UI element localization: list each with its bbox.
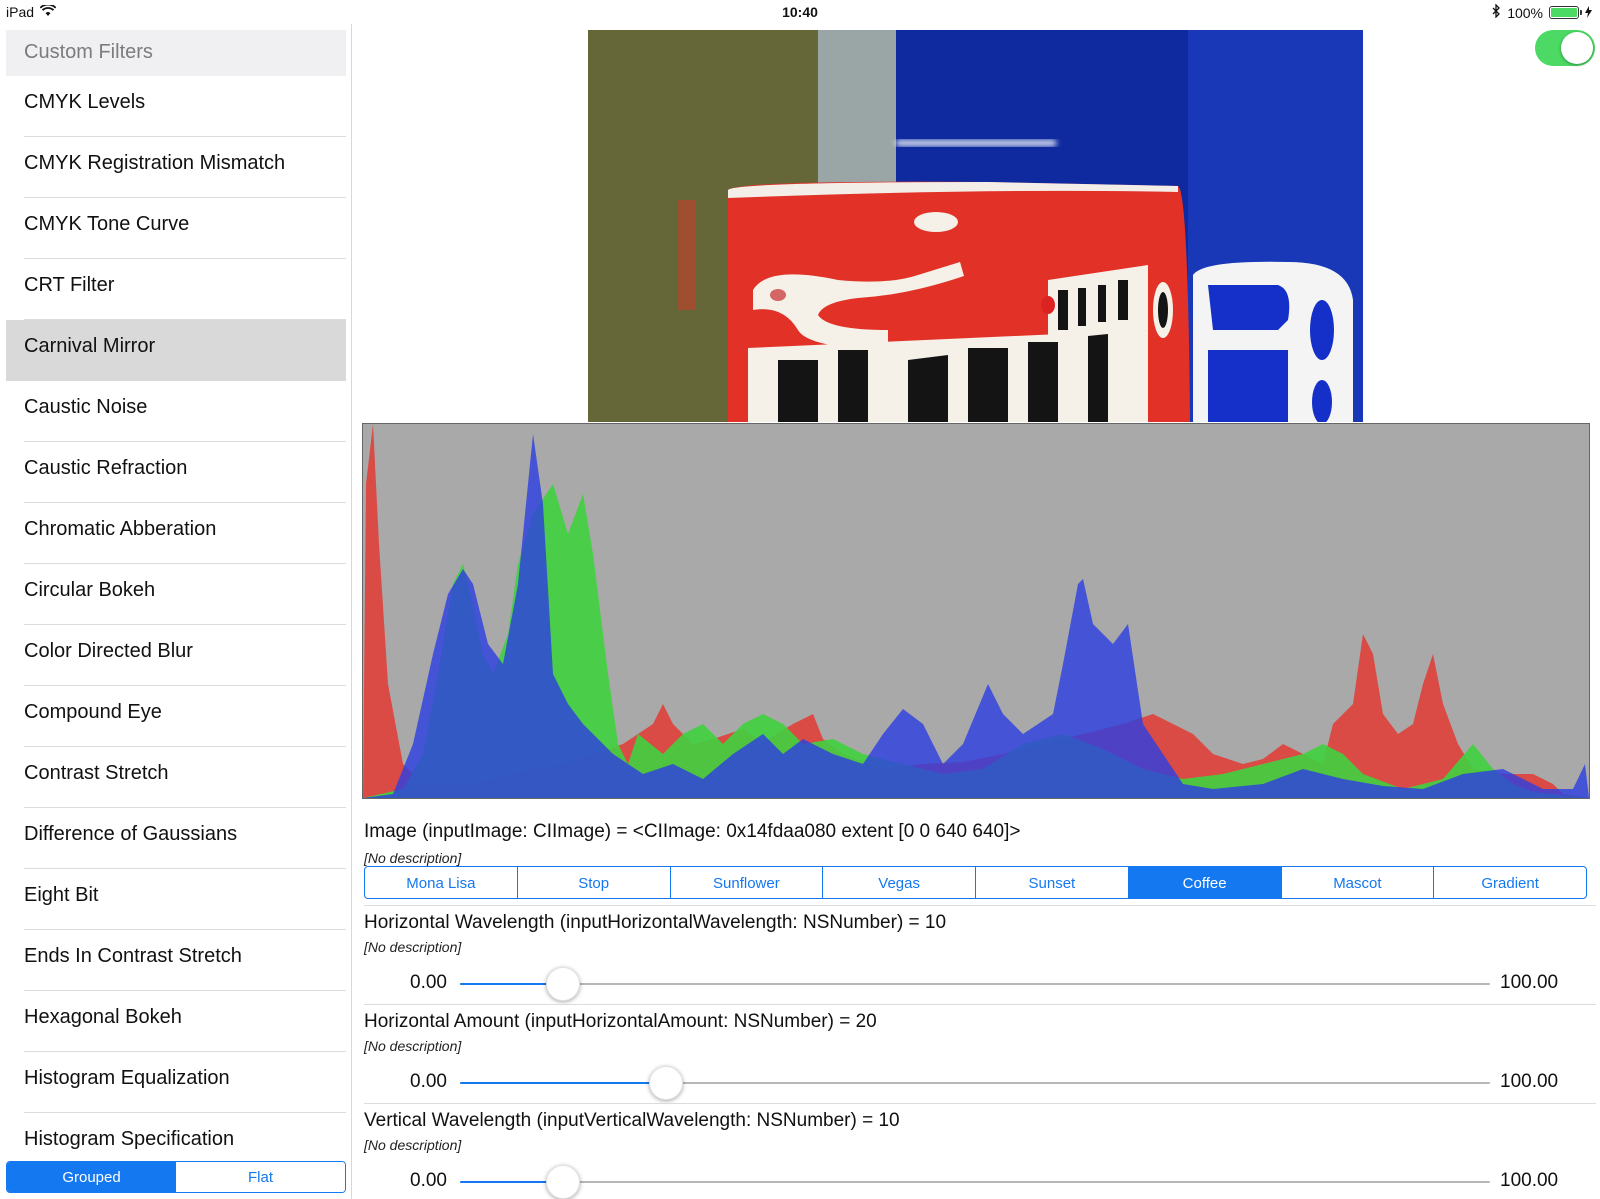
slider-track[interactable] (460, 1165, 1490, 1199)
image-option-segment[interactable]: Coffee (1128, 867, 1282, 898)
slider-track[interactable] (460, 967, 1490, 1001)
slider-max-label: 100.00 (1500, 972, 1559, 993)
param-title: Horizontal Wavelength (inputHorizontalWa… (364, 912, 947, 933)
slider-fill (460, 1082, 666, 1084)
param-description: [No description] (364, 1038, 462, 1054)
histogram-plot (363, 424, 1589, 798)
slider-thumb[interactable] (546, 1165, 580, 1199)
image-param-title: Image (inputImage: CIImage) = <CIImage: … (364, 821, 1021, 842)
image-option-segment[interactable]: Mascot (1282, 867, 1435, 898)
status-bar: iPad 10:40 100% (0, 0, 1600, 24)
section-header: Custom Filters (6, 30, 346, 76)
image-source-segmented-control: Mona Lisa Stop Sunflower Vegas Sunset Coffee M… (364, 866, 1587, 899)
sidebar-item[interactable]: Eight Bit (6, 869, 346, 930)
sidebar-item[interactable]: Circular Bokeh (6, 564, 346, 625)
sidebar-item[interactable]: Ends In Contrast Stretch (6, 930, 346, 991)
sidebar-item[interactable]: Hexagonal Bokeh (6, 991, 346, 1052)
image-option-segment[interactable]: Stop (518, 867, 671, 898)
battery-percent: 100% (1507, 4, 1543, 21)
image-option-segment[interactable]: Gradient (1434, 867, 1586, 898)
param-slider-row: 0.00 100.00 (364, 963, 1596, 1003)
mode-segment-flat[interactable]: Flat (176, 1162, 345, 1192)
param-description: [No description] (364, 1137, 462, 1153)
slider-track[interactable] (460, 1066, 1490, 1100)
sidebar-item[interactable]: Color Directed Blur (6, 625, 346, 686)
slider-min-label: 0.00 (410, 1170, 447, 1191)
sidebar-item[interactable]: Difference of Gaussians (6, 808, 346, 869)
charging-icon (1585, 5, 1592, 21)
slider-max-label: 100.00 (1500, 1071, 1559, 1092)
sidebar-item[interactable]: Caustic Refraction (6, 442, 346, 503)
list-mode-segmented-control: Grouped Flat (6, 1161, 346, 1193)
filter-enabled-toggle[interactable] (1535, 30, 1595, 66)
image-option-segment[interactable]: Vegas (823, 867, 976, 898)
param-title: Horizontal Amount (inputHorizontalAmount… (364, 1011, 877, 1032)
image-option-segment[interactable]: Sunflower (671, 867, 824, 898)
image-param-description: [No description] (364, 850, 462, 866)
rgb-histogram (362, 423, 1590, 799)
sidebar-item[interactable]: Compound Eye (6, 686, 346, 747)
sidebar-item[interactable]: Contrast Stretch (6, 747, 346, 808)
param-divider (364, 1103, 1596, 1104)
sidebar-item[interactable]: CRT Filter (6, 259, 346, 320)
image-option-segment[interactable]: Sunset (976, 867, 1129, 898)
slider-min-label: 0.00 (410, 1071, 447, 1092)
bluetooth-icon (1492, 3, 1501, 21)
param-slider-row: 0.00 100.00 (364, 1161, 1596, 1199)
toggle-knob (1561, 32, 1593, 64)
sidebar-item[interactable]: Caustic Noise (6, 381, 346, 442)
slider-thumb[interactable] (546, 967, 580, 1001)
filter-list: CMYK Levels CMYK Registration Mismatch CMY… (6, 76, 346, 1174)
param-slider-row: 0.00 100.00 (364, 1062, 1596, 1102)
sidebar-item[interactable]: CMYK Registration Mismatch (6, 137, 346, 198)
filter-sidebar: Custom Filters CMYK Levels CMYK Registrat… (0, 24, 352, 1199)
filtered-image-preview (588, 30, 1363, 422)
param-divider (364, 905, 1596, 906)
image-option-segment[interactable]: Mona Lisa (365, 867, 518, 898)
param-divider (364, 1004, 1596, 1005)
sidebar-item[interactable]: Histogram Equalization (6, 1052, 346, 1113)
coffee-carnival-mirror-image (588, 30, 1363, 422)
battery-icon (1549, 6, 1582, 19)
status-right: 100% (1492, 3, 1592, 21)
mode-segment-grouped[interactable]: Grouped (7, 1162, 176, 1192)
status-time: 10:40 (782, 4, 818, 20)
sidebar-item[interactable]: Carnival Mirror (6, 320, 346, 381)
slider-thumb[interactable] (649, 1066, 683, 1100)
slider-max-label: 100.00 (1500, 1170, 1559, 1191)
slider-min-label: 0.00 (410, 972, 447, 993)
param-description: [No description] (364, 939, 462, 955)
sidebar-item[interactable]: Chromatic Abberation (6, 503, 346, 564)
sidebar-item[interactable]: CMYK Levels (6, 76, 346, 137)
sidebar-item[interactable]: CMYK Tone Curve (6, 198, 346, 259)
param-title: Vertical Wavelength (inputVerticalWavele… (364, 1110, 900, 1131)
